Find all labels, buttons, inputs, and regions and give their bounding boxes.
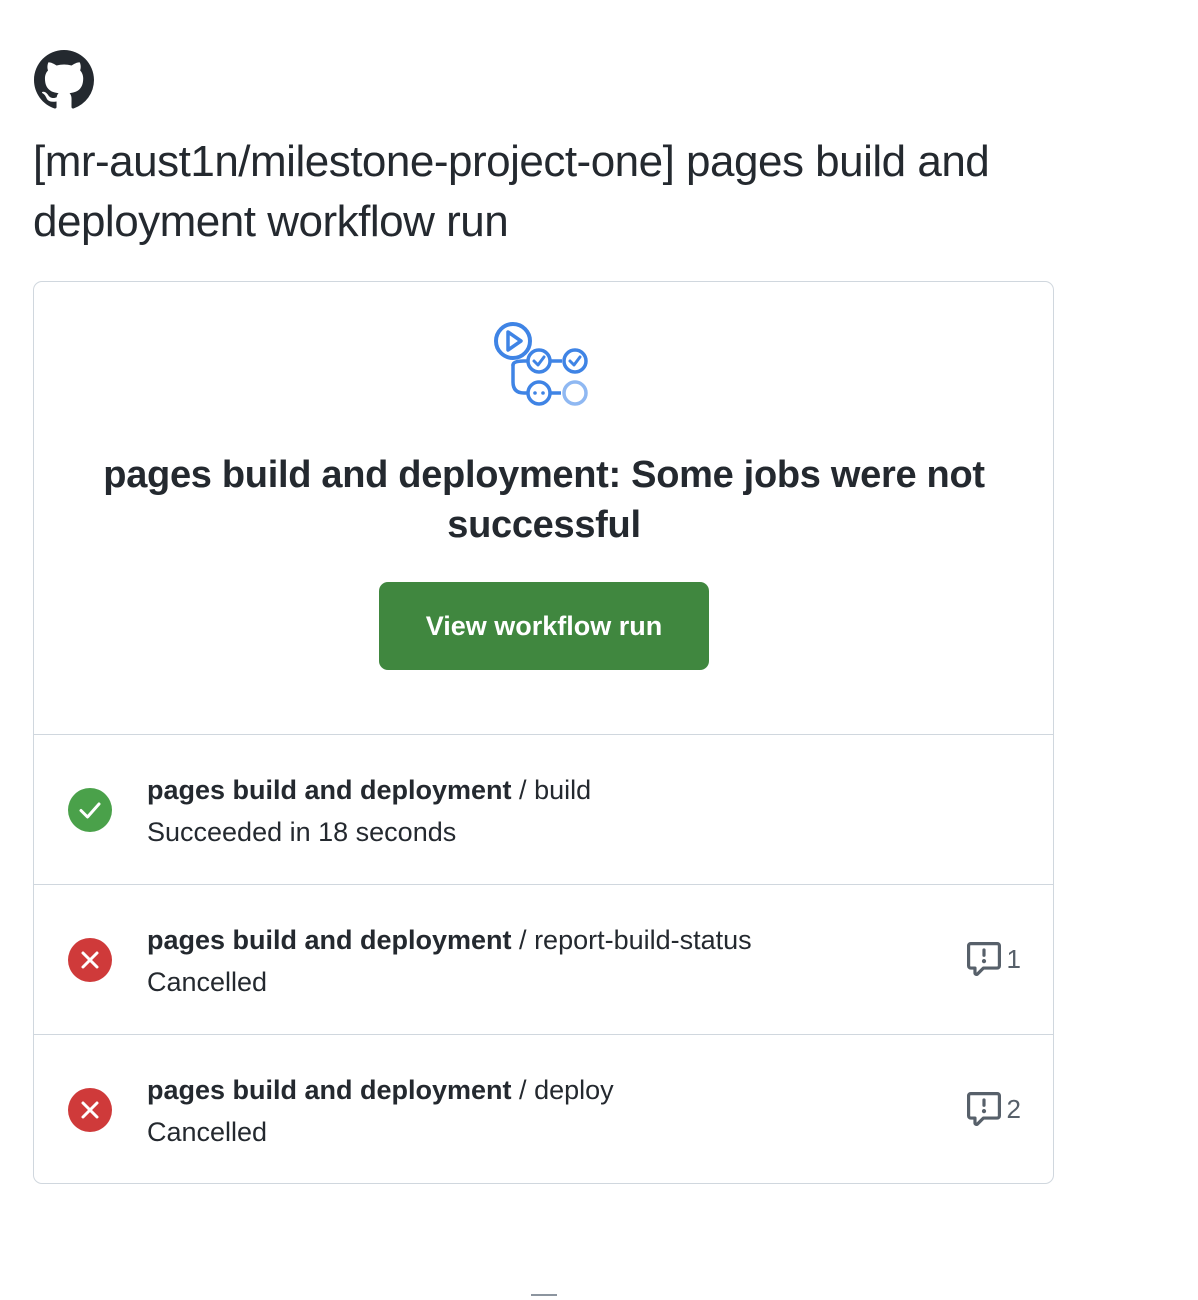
job-status: Succeeded in 18 seconds <box>147 817 457 847</box>
view-workflow-run-button[interactable]: View workflow run <box>379 582 709 670</box>
email-page: [mr-aust1n/milestone-project-one] pages … <box>0 0 1198 1300</box>
annotation-count-value: 2 <box>1006 1093 1021 1124</box>
annotation-count-value: 1 <box>1006 943 1021 974</box>
annotation-count[interactable]: 2 <box>966 1091 1021 1127</box>
x-circle-icon <box>68 938 112 982</box>
job-separator: / <box>511 775 535 805</box>
job-name: report-build-status <box>534 925 752 955</box>
comment-alert-icon <box>966 942 1001 976</box>
check-circle-icon <box>68 788 112 832</box>
job-status: Cancelled <box>147 1117 268 1147</box>
workflow-run-card: pages build and deployment: Some jobs we… <box>33 281 1054 1184</box>
footer-divider <box>531 1294 557 1296</box>
comment-alert-icon <box>966 1092 1001 1126</box>
workflow-summary: pages build and deployment: Some jobs we… <box>34 282 1053 735</box>
x-circle-icon <box>68 1088 112 1132</box>
job-row[interactable]: pages build and deployment / build Succe… <box>34 735 1053 885</box>
job-details: pages build and deployment / report-buil… <box>147 921 907 1001</box>
job-name: deploy <box>534 1075 614 1105</box>
job-workflow-name: pages build and deployment <box>147 925 512 955</box>
workflow-icon <box>494 322 588 406</box>
job-title: pages build and deployment / build <box>147 771 907 809</box>
job-separator: / <box>511 925 535 955</box>
job-details: pages build and deployment / build Succe… <box>147 771 907 851</box>
job-workflow-name: pages build and deployment <box>147 775 512 805</box>
job-title: pages build and deployment / deploy <box>147 1071 907 1109</box>
job-workflow-name: pages build and deployment <box>147 1075 512 1105</box>
annotation-count[interactable]: 1 <box>966 941 1021 977</box>
job-row[interactable]: pages build and deployment / deploy Canc… <box>34 1035 1053 1183</box>
job-separator: / <box>511 1075 535 1105</box>
job-name: build <box>534 775 592 805</box>
job-title: pages build and deployment / report-buil… <box>147 921 907 959</box>
job-details: pages build and deployment / deploy Canc… <box>147 1071 907 1151</box>
job-row[interactable]: pages build and deployment / report-buil… <box>34 885 1053 1035</box>
email-title: [mr-aust1n/milestone-project-one] pages … <box>33 137 990 246</box>
workflow-status-headline: pages build and deployment: Some jobs we… <box>103 454 985 546</box>
job-status: Cancelled <box>147 967 268 997</box>
github-logo-icon <box>34 50 94 109</box>
